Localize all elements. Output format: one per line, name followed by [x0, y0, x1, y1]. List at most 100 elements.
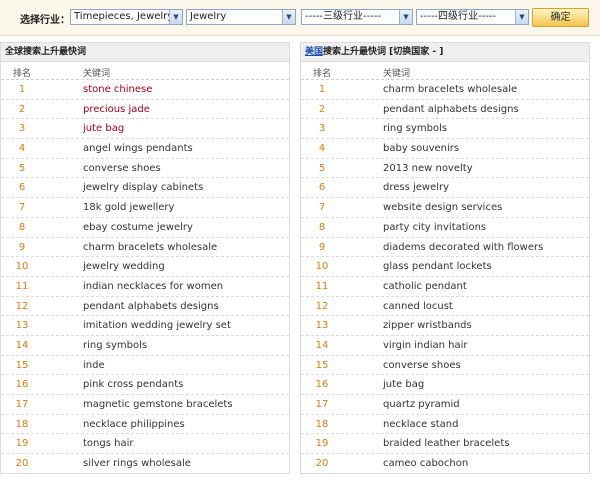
keyword-link[interactable]: necklace stand: [383, 419, 458, 430]
rank-number: 7: [318, 202, 326, 214]
chevron-down-icon: ▼: [515, 10, 528, 24]
rank-number: 13: [15, 320, 29, 332]
rank-number: 14: [15, 339, 29, 351]
keyword-link[interactable]: stone chinese: [83, 84, 152, 95]
keyword-link[interactable]: canned locust: [383, 301, 453, 312]
keyword-column-header: 关键词: [83, 69, 111, 79]
keyword-link[interactable]: catholic pendant: [383, 281, 467, 292]
table-row: 18 necklace stand: [301, 415, 589, 435]
rank-number: 2: [318, 103, 326, 115]
panel-title-text: 搜索上升最快词: [323, 47, 387, 57]
switch-country-link[interactable]: [切换国家 - ]: [389, 47, 443, 57]
table-row: 15 converse shoes: [301, 356, 589, 376]
keyword-link[interactable]: virgin indian hair: [383, 340, 468, 351]
table-row: 9 charm bracelets wholesale: [1, 238, 289, 258]
keyword-link[interactable]: cameo cabochon: [383, 458, 468, 469]
table-row: 8 party city invitations: [301, 218, 589, 238]
table-row: 10 jewelry wedding: [1, 257, 289, 277]
keyword-link[interactable]: ring symbols: [83, 340, 147, 351]
table-row: 14 virgin indian hair: [301, 336, 589, 356]
keyword-link[interactable]: ring symbols: [383, 123, 447, 134]
keyword-link[interactable]: converse shoes: [83, 163, 161, 174]
industry-filter-bar: 选择行业： Timepieces, Jewelry ▼ Jewelry ▼ --…: [0, 0, 600, 36]
table-row: 4 angel wings pendants: [1, 139, 289, 159]
table-row: 16 jute bag: [301, 375, 589, 395]
keyword-link[interactable]: baby souvenirs: [383, 143, 459, 154]
keyword-link[interactable]: jewelry wedding: [83, 261, 165, 272]
table-row: 17 magnetic gemstone bracelets: [1, 395, 289, 415]
table-row: 15 inde: [1, 356, 289, 376]
rank-number: 6: [18, 182, 26, 194]
industry-level4-select[interactable]: -----四级行业----- ▼: [416, 9, 529, 25]
rank-number: 4: [18, 143, 26, 155]
table-row: 11 indian necklaces for women: [1, 277, 289, 297]
keyword-link[interactable]: necklace philippines: [83, 419, 185, 430]
keyword-link[interactable]: website design services: [383, 202, 502, 213]
rank-number: 8: [318, 221, 326, 233]
country-link[interactable]: 美国: [305, 47, 323, 57]
keyword-link[interactable]: converse shoes: [383, 360, 461, 371]
country-rising-keywords-panel: 美国搜索上升最快词 [切换国家 - ] 排名 关键词 1 charm bracel…: [300, 42, 590, 474]
rank-number: 7: [18, 202, 26, 214]
table-row: 20 cameo cabochon: [301, 454, 589, 474]
table-row: 3 ring symbols: [301, 119, 589, 140]
keyword-link[interactable]: quartz pyramid: [383, 399, 460, 410]
chevron-down-icon: ▼: [282, 10, 295, 24]
table-row: 11 catholic pendant: [301, 277, 589, 297]
table-header: 排名 关键词: [1, 62, 289, 80]
keyword-link[interactable]: 18k gold jewellery: [83, 202, 174, 213]
keyword-link[interactable]: precious jade: [83, 104, 150, 115]
confirm-button[interactable]: 确定: [532, 8, 589, 27]
rank-number: 16: [15, 379, 29, 391]
keyword-link[interactable]: jewelry display cabinets: [83, 182, 203, 193]
keyword-link[interactable]: pendant alphabets designs: [383, 104, 519, 115]
keyword-link[interactable]: jute bag: [383, 379, 424, 390]
rank-number: 18: [315, 418, 329, 430]
rank-number: 20: [15, 458, 29, 470]
keyword-link[interactable]: jute bag: [83, 123, 124, 134]
table-row: 2 pendant alphabets designs: [301, 100, 589, 120]
keyword-link[interactable]: braided leather bracelets: [383, 438, 509, 449]
rank-number: 20: [315, 458, 329, 470]
table-row: 1 stone chinese: [1, 80, 289, 100]
table-row: 13 zipper wristbands: [301, 316, 589, 336]
keyword-link[interactable]: glass pendant lockets: [383, 261, 492, 272]
rank-number: 19: [315, 438, 329, 450]
table-row: 17 quartz pyramid: [301, 395, 589, 415]
table-row: 1 charm bracelets wholesale: [301, 80, 589, 100]
keyword-link[interactable]: magnetic gemstone bracelets: [83, 399, 233, 410]
rank-number: 3: [318, 123, 326, 135]
keyword-link[interactable]: imitation wedding jewelry set: [83, 320, 231, 331]
rank-number: 5: [18, 162, 26, 174]
rank-number: 19: [15, 438, 29, 450]
keyword-link[interactable]: silver rings wholesale: [83, 458, 191, 469]
keyword-link[interactable]: zipper wristbands: [383, 320, 472, 331]
table-row: 18 necklace philippines: [1, 415, 289, 435]
table-row: 19 braided leather bracelets: [301, 434, 589, 455]
industry-level1-select[interactable]: Timepieces, Jewelry ▼: [70, 9, 183, 25]
keyword-link[interactable]: charm bracelets wholesale: [383, 84, 517, 95]
keyword-link[interactable]: tongs hair: [83, 438, 133, 449]
keyword-link[interactable]: charm bracelets wholesale: [83, 242, 217, 253]
keyword-link[interactable]: 2013 new novelty: [383, 163, 473, 174]
chevron-down-icon: ▼: [399, 10, 412, 24]
industry-level3-select[interactable]: -----三级行业----- ▼: [301, 9, 413, 25]
rank-number: 1: [18, 84, 26, 95]
keyword-link[interactable]: dress jewelry: [383, 182, 449, 193]
rank-number: 4: [318, 143, 326, 155]
keyword-link[interactable]: party city invitations: [383, 222, 486, 233]
table-row: 12 pendant alphabets designs: [1, 297, 289, 317]
keyword-link[interactable]: ebay costume jewelry: [83, 222, 193, 233]
keyword-link[interactable]: diadems decorated with flowers: [383, 242, 543, 253]
industry-level2-select[interactable]: Jewelry ▼: [186, 9, 296, 25]
table-row: 3 jute bag: [1, 119, 289, 140]
keyword-link[interactable]: inde: [83, 360, 105, 371]
table-row: 19 tongs hair: [1, 434, 289, 455]
rank-number: 9: [18, 241, 26, 253]
keyword-link[interactable]: pendant alphabets designs: [83, 301, 219, 312]
table-row: 20 silver rings wholesale: [1, 454, 289, 474]
keyword-link[interactable]: pink cross pendants: [83, 379, 183, 390]
keyword-column-header: 关键词: [383, 69, 411, 79]
keyword-link[interactable]: angel wings pendants: [83, 143, 193, 154]
keyword-link[interactable]: indian necklaces for women: [83, 281, 223, 292]
